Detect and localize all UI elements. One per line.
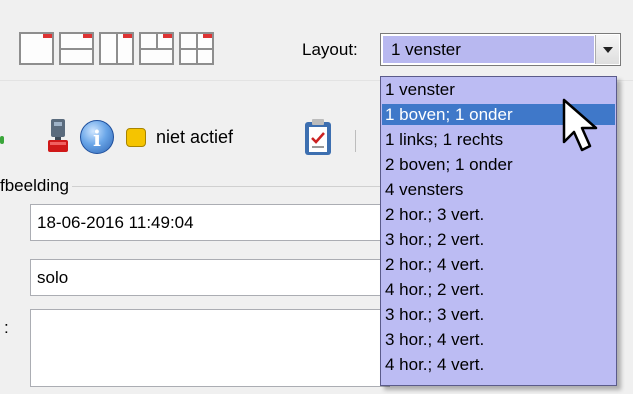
dropdown-option[interactable]: 3 hor.; 2 vert. bbox=[382, 229, 615, 250]
group-label: fbeelding bbox=[0, 176, 73, 196]
dropdown-option[interactable]: 2 hor.; 3 vert. bbox=[382, 204, 615, 225]
dropdown-option[interactable]: 1 venster bbox=[382, 79, 615, 100]
dropdown-option[interactable]: 4 vensters bbox=[382, 179, 615, 200]
single-window-icon[interactable] bbox=[19, 32, 54, 65]
layout-label: Layout: bbox=[302, 40, 358, 59]
status-indicator-icon bbox=[126, 128, 146, 147]
info-icon[interactable]: i bbox=[80, 120, 114, 154]
toolbar-separator bbox=[355, 130, 356, 152]
notes-textarea[interactable] bbox=[30, 309, 390, 387]
two-top-one-bottom-icon[interactable] bbox=[139, 32, 174, 65]
dropdown-option[interactable]: 3 hor.; 3 vert. bbox=[382, 304, 615, 325]
dropdown-button[interactable] bbox=[595, 35, 619, 64]
dropdown-option[interactable]: 4 hor.; 2 vert. bbox=[382, 279, 615, 300]
chevron-down-icon bbox=[603, 47, 613, 53]
date-value: 18-06-2016 11:49:04 bbox=[37, 213, 194, 232]
notes-label: : bbox=[4, 318, 9, 337]
horizontal-split-icon[interactable] bbox=[59, 32, 94, 65]
dropdown-option[interactable]: 2 hor.; 4 vert. bbox=[382, 254, 615, 275]
vertical-split-icon[interactable] bbox=[99, 32, 134, 65]
layout-select[interactable]: 1 venster bbox=[380, 33, 621, 66]
dropdown-option[interactable]: 2 boven; 1 onder bbox=[382, 154, 615, 175]
mode-field[interactable]: solo bbox=[30, 259, 390, 296]
green-indicator-icon bbox=[0, 136, 4, 144]
dropdown-option[interactable]: 4 hor.; 4 vert. bbox=[382, 354, 615, 375]
disconnect-plug-icon[interactable] bbox=[42, 119, 74, 153]
four-windows-icon[interactable] bbox=[179, 32, 214, 65]
dropdown-option[interactable]: 3 hor.; 4 vert. bbox=[382, 329, 615, 350]
status-text: niet actief bbox=[156, 127, 234, 147]
layout-select-value: 1 venster bbox=[383, 36, 594, 63]
clipboard-icon[interactable] bbox=[302, 118, 334, 156]
date-field[interactable]: 18-06-2016 11:49:04 bbox=[30, 204, 390, 241]
mode-value: solo bbox=[37, 268, 69, 287]
mouse-cursor-icon bbox=[562, 98, 598, 152]
